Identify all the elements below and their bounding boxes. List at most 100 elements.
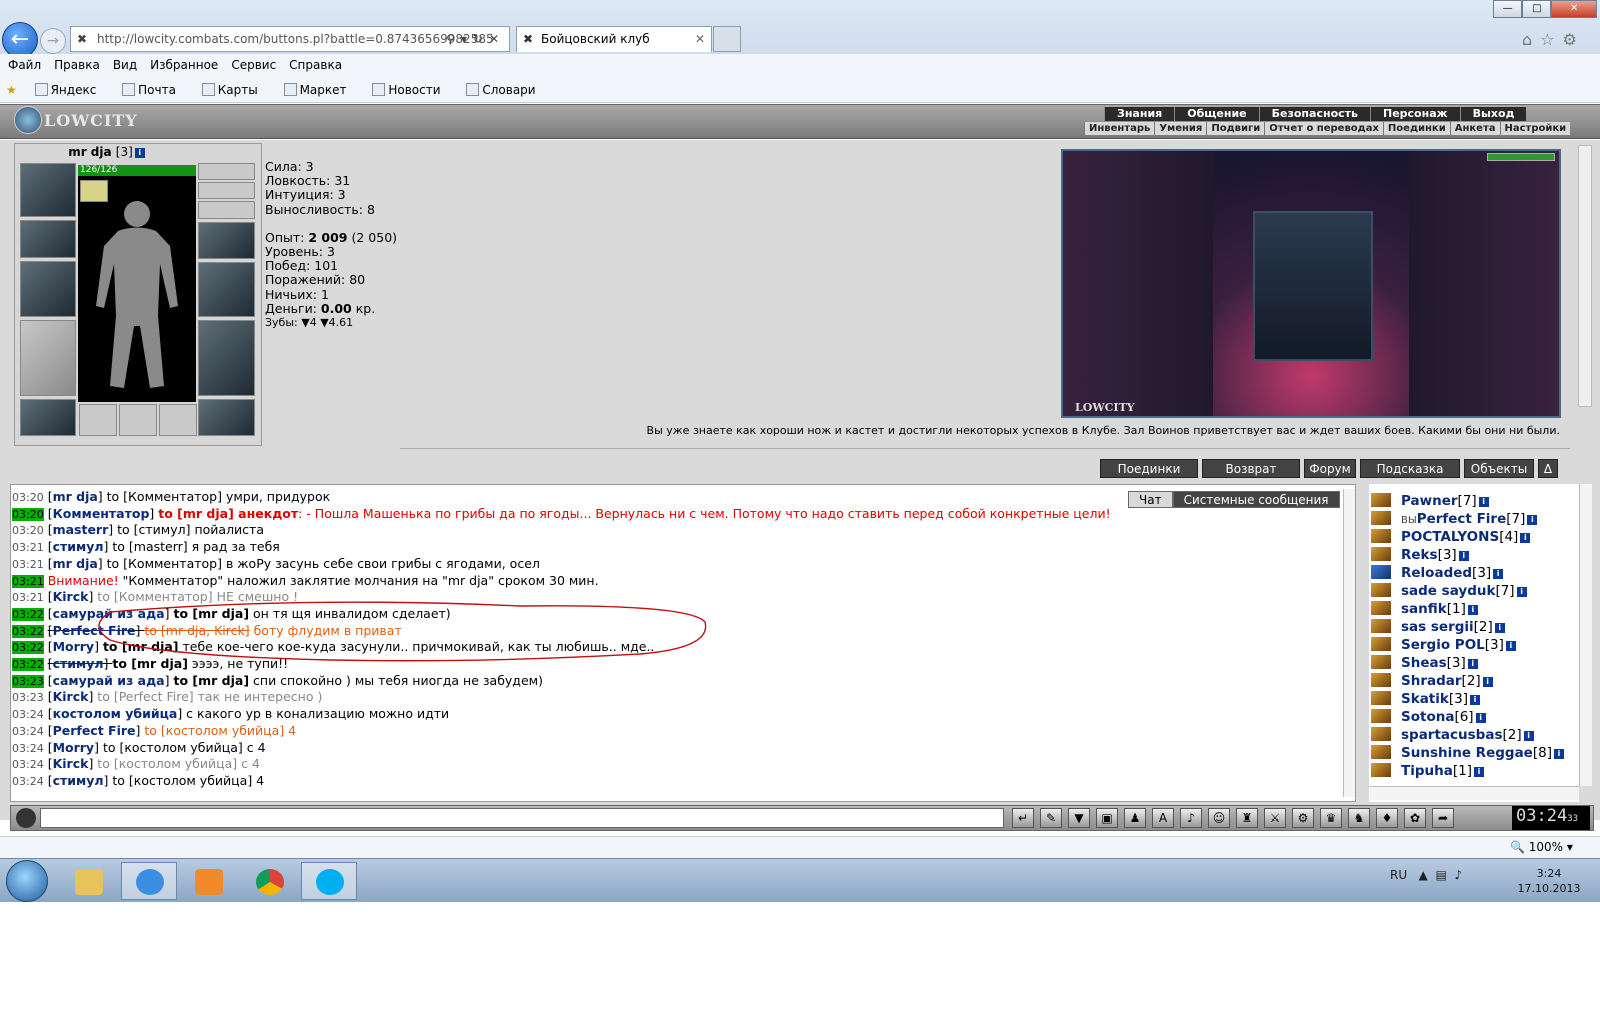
clan-icon — [1371, 727, 1391, 741]
user-level: [7] — [1457, 493, 1477, 509]
online-user[interactable]: sas sergii[2] i — [1371, 618, 1579, 636]
user-name[interactable]: Pawner — [1401, 493, 1458, 509]
user-level: [3] — [1484, 637, 1504, 653]
online-user[interactable]: ВЫPerfect Fire[7] i — [1371, 510, 1579, 528]
online-user[interactable]: Sotona[6] i — [1371, 708, 1579, 726]
helmet-icon[interactable]: ♜ — [1236, 808, 1258, 828]
user-level: [7] — [1506, 511, 1526, 527]
online-user[interactable]: Pawner[7] i — [1371, 492, 1579, 510]
clan-icon[interactable]: ♛ — [1320, 808, 1342, 828]
user-level: [7] — [1495, 583, 1515, 599]
filter-icon[interactable]: ▼ — [1068, 808, 1090, 828]
user-name[interactable]: Sergio POL — [1401, 637, 1485, 653]
online-scrollbar[interactable] — [1579, 484, 1592, 786]
tray-arrow-icon[interactable]: ▲ — [1419, 868, 1428, 882]
info-icon[interactable]: i — [1523, 731, 1534, 741]
clan-icon — [1371, 745, 1391, 759]
info-icon[interactable]: i — [1458, 551, 1469, 561]
user-name[interactable]: Sunshine Reggae — [1401, 745, 1533, 761]
user-name[interactable]: Reloaded — [1401, 565, 1472, 581]
taskbar-chrome[interactable] — [241, 862, 297, 900]
online-user[interactable]: Sergio POL[3] i — [1371, 636, 1579, 654]
info-icon[interactable]: i — [1475, 713, 1486, 723]
info-icon[interactable]: i — [1467, 659, 1478, 669]
user-level: [6] — [1454, 709, 1474, 725]
chat-scrollbar[interactable] — [1343, 489, 1355, 797]
online-user[interactable]: Sheas[3] i — [1371, 654, 1579, 672]
chat-input[interactable] — [40, 808, 1004, 828]
user-name[interactable]: Shradar — [1401, 673, 1462, 689]
tray-network-icon[interactable]: ▤ — [1435, 868, 1446, 882]
runner-icon[interactable]: ♟ — [1124, 808, 1146, 828]
user-name[interactable]: POCTALYONS — [1401, 529, 1499, 545]
media-icon — [195, 869, 223, 895]
user-name[interactable]: Tipuha — [1401, 763, 1453, 779]
user-level: [8] — [1532, 745, 1552, 761]
online-user[interactable]: sanfik[1] i — [1371, 600, 1579, 618]
taskbar — [0, 858, 1600, 902]
translit-icon[interactable]: A — [1152, 808, 1174, 828]
taskbar-media[interactable] — [180, 862, 236, 900]
user-name[interactable]: Skatik — [1401, 691, 1449, 707]
online-user[interactable]: sade sayduk[7] i — [1371, 582, 1579, 600]
info-icon[interactable]: i — [1505, 641, 1516, 651]
bag-icon[interactable]: ♦ — [1376, 808, 1398, 828]
taskbar-explorer[interactable] — [60, 862, 116, 900]
online-user[interactable]: Reloaded[3] i — [1371, 564, 1579, 582]
taskbar-skype[interactable] — [301, 862, 357, 900]
toolbar-icons: ↵ ✎ ▼ ▣ ♟ A ♪ ☺ ♜ ⚔ ⚙ ♛ ♞ ♦ ✿ ➦ — [1012, 808, 1454, 828]
save-icon[interactable]: ▣ — [1096, 808, 1118, 828]
online-user[interactable]: Shradar[2] i — [1371, 672, 1579, 690]
flower-icon[interactable]: ✿ — [1404, 808, 1426, 828]
user-level: [4] — [1499, 529, 1519, 545]
info-icon[interactable]: i — [1478, 497, 1489, 507]
online-user[interactable]: Sunshine Reggae[8] i — [1371, 744, 1579, 762]
info-icon[interactable]: i — [1516, 587, 1527, 597]
emote-icon[interactable] — [16, 808, 36, 828]
language-indicator[interactable]: RU — [1390, 868, 1407, 882]
tray-volume-icon[interactable]: ♪ — [1454, 868, 1462, 882]
clan-icon — [1371, 493, 1391, 507]
user-name[interactable]: Sotona — [1401, 709, 1454, 725]
info-icon[interactable]: i — [1467, 605, 1478, 615]
user-name[interactable]: Sheas — [1401, 655, 1447, 671]
online-list: Pawner[7] i ВЫPerfect Fire[7] i POCTALYONS[4… — [1371, 492, 1579, 780]
exit-icon[interactable]: ➦ — [1432, 808, 1454, 828]
info-icon[interactable]: i — [1553, 749, 1564, 759]
send-icon[interactable]: ↵ — [1012, 808, 1034, 828]
info-icon[interactable]: i — [1527, 515, 1538, 525]
sound-icon[interactable]: ♪ — [1180, 808, 1202, 828]
start-button[interactable] — [6, 860, 48, 902]
info-icon[interactable]: i — [1493, 569, 1504, 579]
user-name[interactable]: sas sergii — [1401, 619, 1474, 635]
user-name[interactable]: sade sayduk — [1401, 583, 1495, 599]
user-level: [3] — [1472, 565, 1492, 581]
online-user[interactable]: Tipuha[1] i — [1371, 762, 1579, 780]
online-user[interactable]: spartacusbas[2] i — [1371, 726, 1579, 744]
info-icon[interactable]: i — [1470, 695, 1480, 705]
online-user[interactable]: POCTALYONS[4] i — [1371, 528, 1579, 546]
system-clock[interactable]: 3:24 17.10.2013 — [1514, 866, 1584, 896]
user-name[interactable]: Perfect Fire — [1417, 511, 1507, 527]
clan-icon — [1371, 709, 1391, 723]
zoom-level[interactable]: 🔍 100% ▾ — [1510, 840, 1573, 854]
eraser-icon[interactable]: ✎ — [1040, 808, 1062, 828]
info-icon[interactable]: i — [1482, 677, 1493, 687]
folder-icon — [75, 869, 103, 895]
user-name[interactable]: spartacusbas — [1401, 727, 1503, 743]
friends-icon[interactable]: ♞ — [1348, 808, 1370, 828]
online-user[interactable]: Skatik[3] i — [1371, 690, 1579, 708]
online-hscrollbar[interactable] — [1369, 786, 1579, 800]
sword-icon[interactable]: ⚔ — [1264, 808, 1286, 828]
info-icon[interactable]: i — [1473, 767, 1484, 777]
chrome-icon — [256, 869, 284, 895]
info-icon[interactable]: i — [1494, 623, 1505, 633]
bottle-icon[interactable]: ⚙ — [1292, 808, 1314, 828]
online-user[interactable]: Reks[3] i — [1371, 546, 1579, 564]
user-name[interactable]: Reks — [1401, 547, 1438, 563]
smile-icon[interactable]: ☺ — [1208, 808, 1230, 828]
taskbar-ie[interactable] — [121, 862, 177, 900]
user-name[interactable]: sanfik — [1401, 601, 1447, 617]
game-clock[interactable]: 03:2433 — [1512, 806, 1590, 830]
info-icon[interactable]: i — [1520, 533, 1531, 543]
